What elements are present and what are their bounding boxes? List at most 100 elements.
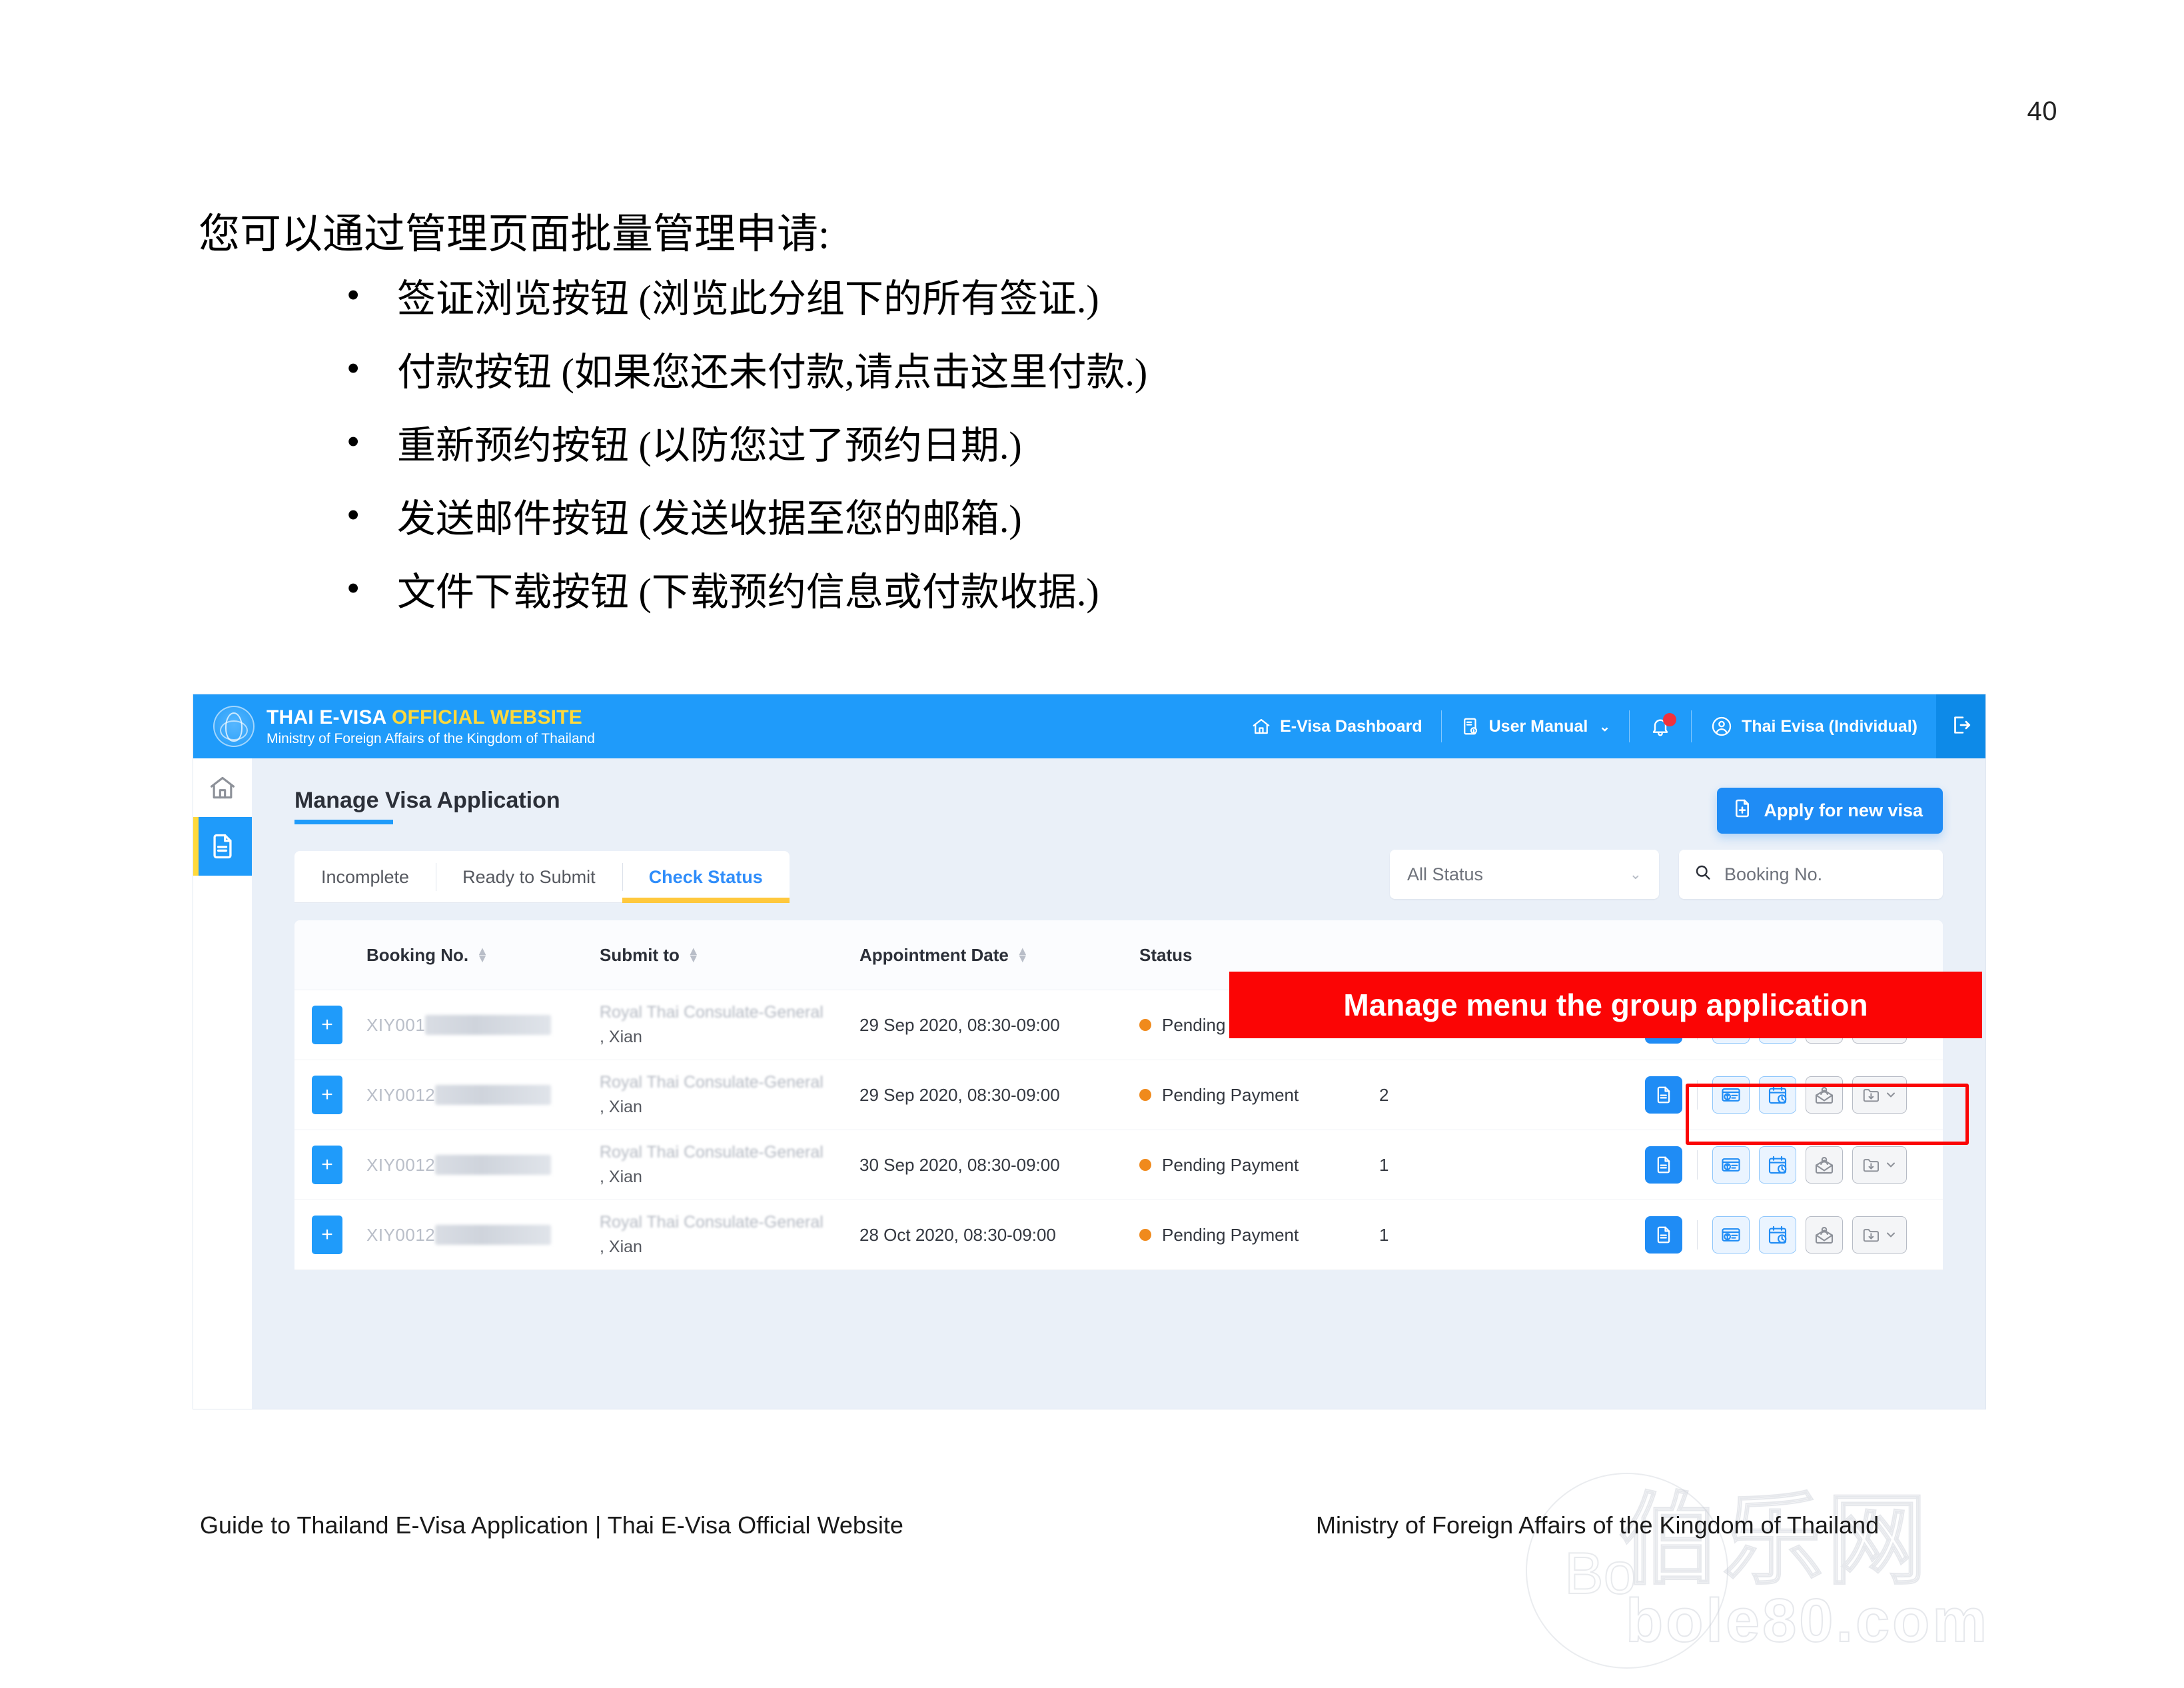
- send-email-button[interactable]: [1806, 1076, 1843, 1114]
- table-row: + XIY001200925-000440 Royal Thai Consula…: [294, 1130, 1943, 1200]
- action-separator: [1697, 1220, 1698, 1250]
- status-filter-select[interactable]: All Status ⌄: [1390, 850, 1659, 899]
- calendar-clock-icon: [1767, 1084, 1788, 1106]
- tab-incomplete-label: Incomplete: [321, 867, 409, 888]
- document-icon: [208, 832, 237, 861]
- status-dot-icon: [1139, 1229, 1151, 1241]
- sort-icon: ▲▼: [688, 948, 700, 962]
- mail-person-icon: [1814, 1154, 1835, 1176]
- panel-header: Manage Visa Application Apply for new vi…: [252, 758, 1985, 834]
- column-header-appointment-date[interactable]: Appointment Date ▲▼: [859, 945, 1139, 966]
- tab-check-status-label: Check Status: [649, 867, 763, 888]
- cell-row-actions: [1479, 1146, 1943, 1184]
- calendar-clock-icon: [1767, 1154, 1788, 1176]
- folder-download-icon: [1862, 1085, 1882, 1105]
- cell-booking-no: XIY001200924-000435: [366, 1015, 600, 1036]
- cell-booking-no: XIY001201027-000559: [366, 1225, 600, 1246]
- status-filter-value: All Status: [1407, 864, 1483, 885]
- list-item: 签证浏览按钮 (浏览此分组下的所有签证.): [346, 280, 1147, 319]
- cell-submit-to: Royal Thai Consulate-General, Xian: [600, 1070, 859, 1120]
- notifications-button[interactable]: [1630, 716, 1691, 737]
- expand-row-button[interactable]: +: [312, 1216, 342, 1254]
- notification-badge: [1663, 713, 1676, 726]
- view-visa-button[interactable]: [1645, 1216, 1682, 1254]
- search-icon: [1694, 863, 1712, 886]
- tab-list: Incomplete Ready to Submit Check Status: [294, 851, 790, 903]
- cell-submit-to: Royal Thai Consulate-General, Xian: [600, 1140, 859, 1190]
- payment-card-icon: [1720, 1154, 1742, 1176]
- download-dropdown-button[interactable]: [1852, 1146, 1907, 1184]
- tab-check-status[interactable]: Check Status: [622, 851, 790, 903]
- folder-download-icon: [1862, 1155, 1882, 1175]
- pay-button[interactable]: [1712, 1216, 1750, 1254]
- tab-incomplete[interactable]: Incomplete: [294, 851, 436, 903]
- sidebar-item-documents[interactable]: [193, 817, 252, 876]
- nav-evisa-dashboard[interactable]: E-Visa Dashboard: [1233, 709, 1441, 744]
- footer-right-text: Ministry of Foreign Affairs of the Kingd…: [1316, 1511, 1879, 1539]
- row-expand-cell: +: [294, 1006, 366, 1044]
- table-row: + XIY001201027-000559 Royal Thai Consula…: [294, 1200, 1943, 1270]
- download-dropdown-button[interactable]: [1852, 1216, 1907, 1254]
- send-email-button[interactable]: [1806, 1146, 1843, 1184]
- chevron-down-icon: [1884, 1228, 1898, 1242]
- pay-button[interactable]: [1712, 1146, 1750, 1184]
- controls-row: Incomplete Ready to Submit Check Status …: [252, 834, 1985, 904]
- submit-to-city: , Xian: [600, 1165, 859, 1190]
- column-header-status-label: Status: [1139, 945, 1192, 966]
- appointment-date-value: 29 Sep 2020, 08:30-09:00: [859, 1085, 1060, 1105]
- status-badge: Pending Payment: [1162, 1225, 1299, 1246]
- rebook-appointment-button[interactable]: [1759, 1216, 1796, 1254]
- column-header-submit-to[interactable]: Submit to ▲▼: [600, 945, 859, 966]
- expand-row-button[interactable]: +: [312, 1006, 342, 1044]
- brand-title-white: THAI E-VISA: [267, 706, 392, 728]
- expand-row-button[interactable]: +: [312, 1076, 342, 1114]
- cell-appointment-date: 28 Oct 2020, 08:30-09:00: [859, 1225, 1139, 1246]
- booking-search-box[interactable]: Booking No.: [1679, 850, 1943, 899]
- cell-status: Pending Payment: [1139, 1085, 1379, 1106]
- app-header: THAI E-VISA OFFICIAL WEBSITE Ministry of…: [193, 694, 1985, 758]
- cell-row-actions: [1479, 1076, 1943, 1114]
- expand-row-button[interactable]: +: [312, 1146, 342, 1184]
- row-expand-cell: +: [294, 1216, 366, 1254]
- booking-no-redacted: 00925-000440: [435, 1155, 551, 1175]
- nav-user-manual[interactable]: User Manual ⌄: [1442, 709, 1629, 744]
- applicant-count-value: 1: [1379, 1155, 1388, 1175]
- cell-appointment-date: 29 Sep 2020, 08:30-09:00: [859, 1085, 1139, 1106]
- send-email-button[interactable]: [1806, 1216, 1843, 1254]
- rebook-appointment-button[interactable]: [1759, 1076, 1796, 1114]
- view-visa-button[interactable]: [1645, 1146, 1682, 1184]
- sidebar-item-home[interactable]: [193, 758, 252, 817]
- cell-booking-no: XIY001200924-000435: [366, 1085, 600, 1106]
- booking-search-placeholder: Booking No.: [1724, 864, 1822, 885]
- apply-for-new-visa-button[interactable]: Apply for new visa: [1717, 788, 1943, 834]
- footer-left-text: Guide to Thailand E-Visa Application | T…: [200, 1511, 903, 1539]
- cell-row-actions: [1479, 1216, 1943, 1254]
- brand: THAI E-VISA OFFICIAL WEBSITE Ministry of…: [193, 706, 595, 747]
- cell-status: Pending Payment: [1139, 1155, 1379, 1176]
- mail-person-icon: [1814, 1224, 1835, 1246]
- nav-account[interactable]: Thai Evisa (Individual): [1692, 709, 1936, 744]
- document-icon: [1654, 1085, 1674, 1105]
- calendar-clock-icon: [1767, 1224, 1788, 1246]
- pay-button[interactable]: [1712, 1076, 1750, 1114]
- slide-lead-text: 您可以通过管理页面批量管理申请:: [199, 200, 829, 260]
- mail-person-icon: [1814, 1084, 1835, 1106]
- row-action-group: [1645, 1076, 1907, 1114]
- sort-icon: ▲▼: [1017, 948, 1029, 962]
- view-visa-button[interactable]: [1645, 1076, 1682, 1114]
- logout-button[interactable]: [1936, 694, 1985, 758]
- cell-applicant-count: 1: [1379, 1225, 1479, 1246]
- submit-to-city: , Xian: [600, 1095, 859, 1120]
- download-dropdown-button[interactable]: [1852, 1076, 1907, 1114]
- column-header-booking-no[interactable]: Booking No. ▲▼: [366, 945, 600, 966]
- submit-to-city: , Xian: [600, 1025, 859, 1050]
- rebook-appointment-button[interactable]: [1759, 1146, 1796, 1184]
- appointment-date-value: 29 Sep 2020, 08:30-09:00: [859, 1015, 1060, 1035]
- logout-icon: [1949, 714, 1972, 740]
- folder-download-icon: [1862, 1225, 1882, 1245]
- submit-to-city: , Xian: [600, 1235, 859, 1260]
- document-icon: [1654, 1155, 1674, 1175]
- column-header-appointment-date-label: Appointment Date: [859, 945, 1009, 966]
- status-dot-icon: [1139, 1019, 1151, 1031]
- tab-ready-to-submit[interactable]: Ready to Submit: [436, 851, 622, 903]
